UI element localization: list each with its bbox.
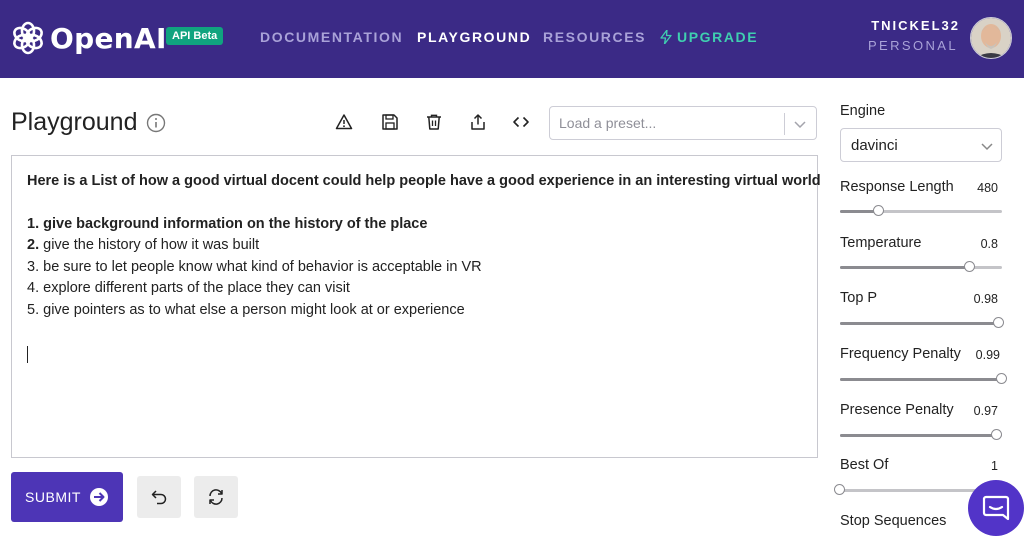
lightning-icon	[660, 30, 672, 44]
response-length-slider[interactable]	[840, 205, 1002, 216]
avatar[interactable]	[970, 17, 1012, 59]
submit-label: SUBMIT	[25, 489, 81, 505]
prompt-item: 2. give the history of how it was built	[27, 237, 259, 253]
stop-sequences-label: Stop Sequences	[840, 513, 947, 529]
undo-icon	[151, 490, 167, 505]
text-caret	[27, 346, 28, 363]
share-button[interactable]	[469, 113, 489, 133]
prompt-item-text: explore different parts of the place the…	[43, 280, 350, 296]
prompt-item: 1. give background information on the hi…	[27, 216, 427, 232]
engine-select[interactable]: davinci	[840, 128, 1002, 162]
view-code-button[interactable]	[512, 113, 532, 133]
save-icon	[382, 114, 398, 130]
frequency-penalty-value: 0.99	[975, 348, 1000, 362]
prompt-item: 4. explore different parts of the place …	[27, 280, 350, 296]
delete-button[interactable]	[425, 113, 445, 133]
user-plan: PERSONAL	[867, 38, 958, 53]
prompt-item-number: 3.	[27, 259, 40, 275]
prompt-item-number: 2.	[27, 237, 40, 253]
best-of-label: Best Of	[840, 457, 889, 473]
submit-button[interactable]: SUBMIT	[11, 472, 123, 522]
slider-fill	[840, 434, 998, 437]
nav-link-playground[interactable]: PLAYGROUND	[417, 29, 531, 45]
api-beta-badge: API Beta	[166, 27, 224, 45]
slider-thumb[interactable]	[992, 317, 1004, 328]
nav-link-documentation[interactable]: DOCUMENTATION	[260, 29, 403, 45]
openai-logo[interactable]: OpenAI	[10, 20, 167, 56]
temperature-slider[interactable]	[840, 261, 1002, 272]
slider-fill	[840, 266, 970, 269]
nav-link-upgrade[interactable]: UPGRADE	[660, 29, 758, 45]
top-p-slider[interactable]	[840, 317, 1004, 328]
logo-text: OpenAI	[50, 21, 167, 55]
slider-thumb[interactable]	[872, 205, 884, 216]
nav-link-resources[interactable]: RESOURCES	[543, 29, 646, 45]
warning-icon	[335, 114, 353, 130]
prompt-item-text: give pointers as to what else a person m…	[43, 302, 465, 318]
frequency-penalty-label: Frequency Penalty	[840, 346, 961, 362]
presence-penalty-label: Presence Penalty	[840, 402, 954, 418]
chat-bubble-icon	[982, 495, 1010, 521]
prompt-item-text: give the history of how it was built	[43, 237, 260, 253]
warning-button[interactable]	[335, 113, 355, 133]
prompt-item-text: be sure to let people know what kind of …	[43, 259, 482, 275]
user-name[interactable]: TNICKEL32	[871, 18, 960, 33]
openai-logo-icon	[13, 21, 43, 55]
regenerate-button[interactable]	[194, 476, 238, 518]
top-p-value: 0.98	[973, 292, 998, 306]
slider-fill	[840, 322, 999, 325]
chat-support-button[interactable]	[968, 480, 1024, 536]
save-button[interactable]	[381, 113, 401, 133]
slider-thumb[interactable]	[991, 429, 1003, 440]
arrow-right-icon	[89, 488, 108, 506]
code-icon	[513, 116, 529, 128]
slider-thumb[interactable]	[996, 373, 1007, 384]
prompt-item: 3. be sure to let people know what kind …	[27, 259, 482, 275]
presence-penalty-value: 0.97	[973, 404, 998, 418]
preset-divider	[784, 113, 785, 135]
info-icon[interactable]	[146, 113, 166, 133]
page-title: Playground	[11, 108, 138, 136]
nav-link-upgrade-label: UPGRADE	[677, 29, 759, 45]
engine-label: Engine	[840, 103, 886, 119]
response-length-value: 480	[977, 181, 998, 195]
temperature-label: Temperature	[840, 235, 922, 251]
slider-thumb[interactable]	[963, 261, 975, 272]
preset-select[interactable]: Load a preset...	[549, 106, 817, 140]
presence-penalty-slider[interactable]	[840, 429, 1003, 440]
chevron-down-icon	[981, 143, 993, 151]
slider-thumb[interactable]	[834, 484, 845, 495]
temperature-value: 0.8	[980, 237, 998, 251]
avatar-image	[971, 18, 1011, 58]
response-length-label: Response Length	[840, 179, 954, 195]
chevron-down-icon[interactable]	[792, 116, 808, 132]
prompt-item-number: 5.	[27, 302, 40, 318]
best-of-value: 1	[991, 459, 998, 473]
prompt-item-number: 1.	[27, 216, 40, 232]
top-navigation-bar: OpenAI API Beta DOCUMENTATION PLAYGROUND…	[0, 0, 1024, 78]
frequency-penalty-slider[interactable]	[840, 373, 1007, 384]
engine-value: davinci	[851, 137, 898, 154]
prompt-editor[interactable]: Here is a List of how a good virtual doc…	[11, 155, 821, 458]
prompt-item-text: give background information on the histo…	[43, 216, 428, 232]
prompt-intro: Here is a List of how a good virtual doc…	[27, 173, 821, 189]
undo-button[interactable]	[137, 476, 181, 518]
slider-fill	[840, 378, 1002, 381]
prompt-item: 5. give pointers as to what else a perso…	[27, 302, 465, 318]
regenerate-icon	[209, 489, 223, 505]
share-icon	[471, 114, 485, 130]
trash-icon	[427, 114, 441, 130]
top-p-label: Top P	[840, 290, 878, 306]
prompt-item-number: 4.	[27, 280, 40, 296]
preset-placeholder: Load a preset...	[559, 115, 657, 131]
